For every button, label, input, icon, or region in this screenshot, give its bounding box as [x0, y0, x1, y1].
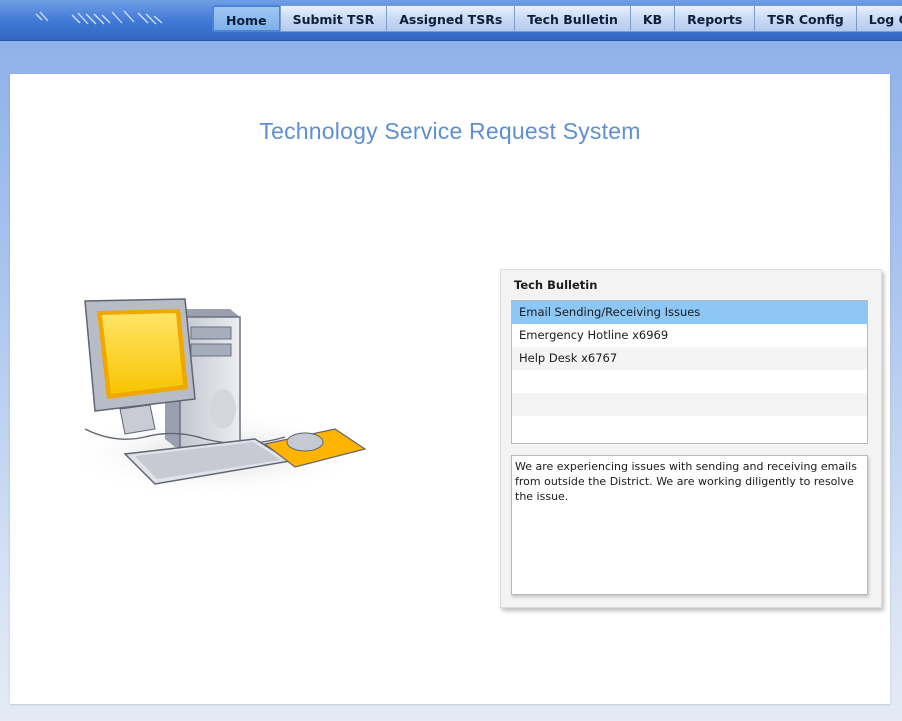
nav-kb-button[interactable]: KB [629, 5, 676, 32]
tech-bulletin-panel: Tech Bulletin Email Sending/Receiving Is… [500, 269, 882, 608]
content-area: Technology Service Request System Tech B… [10, 74, 890, 704]
list-item [512, 370, 867, 393]
main-nav: Home Submit TSR Assigned TSRs Tech Bulle… [212, 5, 902, 34]
top-nav-bar: Home Submit TSR Assigned TSRs Tech Bulle… [0, 0, 902, 41]
bulletin-detail-text: We are experiencing issues with sending … [511, 455, 868, 595]
page-title: Technology Service Request System [259, 118, 641, 144]
nav-home-button[interactable]: Home [212, 5, 281, 32]
bulletin-list[interactable]: Email Sending/Receiving Issues Emergency… [511, 300, 868, 444]
list-item [512, 393, 867, 416]
tech-bulletin-title: Tech Bulletin [514, 278, 598, 292]
list-item [512, 416, 867, 439]
bulletin-item-emergency-hotline[interactable]: Emergency Hotline x6969 [512, 324, 867, 347]
nav-tech-bulletin-button[interactable]: Tech Bulletin [514, 5, 631, 32]
nav-submit-tsr-button[interactable]: Submit TSR [279, 5, 388, 32]
bulletin-item-email-issues[interactable]: Email Sending/Receiving Issues [512, 301, 867, 324]
nav-log-out-button[interactable]: Log Out [855, 5, 902, 32]
nav-assigned-tsrs-button[interactable]: Assigned TSRs [386, 5, 516, 32]
page-frame: Technology Service Request System Tech B… [0, 41, 902, 721]
nav-reports-button[interactable]: Reports [674, 5, 756, 32]
nav-tsr-config-button[interactable]: TSR Config [754, 5, 857, 32]
desktop-computer-illustration-icon [65, 298, 367, 499]
swoosh-logo-icon [35, 10, 163, 25]
bulletin-item-help-desk[interactable]: Help Desk x6767 [512, 347, 867, 370]
